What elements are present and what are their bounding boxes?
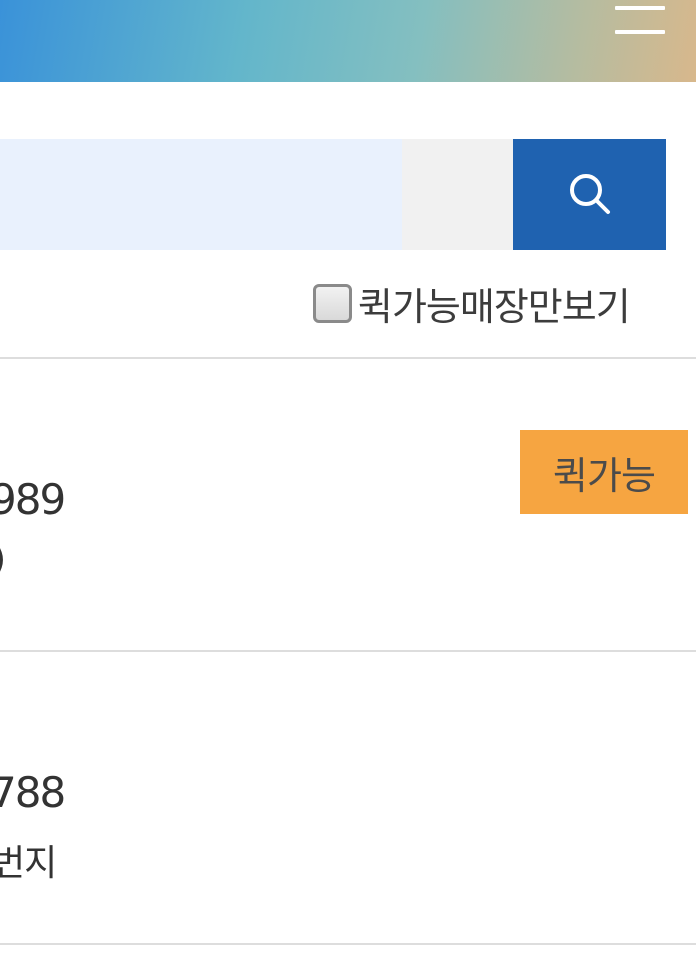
quick-only-checkbox[interactable] — [313, 283, 352, 323]
quick-only-label: 퀵가능매장만보기 — [358, 284, 631, 329]
store-phone: 788 — [0, 768, 66, 817]
store-list-item[interactable]: 788 번지 — [0, 652, 696, 944]
menu-bar-icon — [615, 30, 665, 34]
store-address: 번지 — [0, 843, 57, 884]
top-header — [0, 0, 696, 82]
menu-bar-icon — [615, 6, 665, 10]
search-icon — [570, 174, 610, 214]
store-phone: 989 — [0, 475, 66, 524]
list-divider — [0, 943, 696, 945]
store-address: ) — [0, 539, 6, 580]
search-button[interactable] — [513, 139, 666, 250]
quick-available-badge: 퀵가능 — [520, 430, 688, 514]
store-list-item[interactable]: 989 ) 퀵가능 — [0, 359, 696, 651]
quick-only-filter[interactable]: 퀵가능매장만보기 — [313, 280, 631, 329]
hamburger-menu-button[interactable] — [612, 4, 668, 36]
store-search-input[interactable] — [0, 139, 402, 250]
search-input-gap[interactable] — [402, 139, 513, 250]
